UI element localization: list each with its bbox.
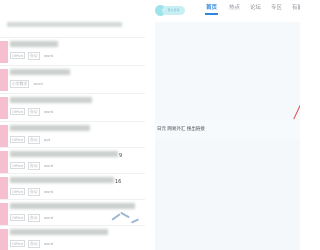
- document-thumbnail[interactable]: [0, 229, 8, 250]
- list-item[interactable]: Office 办公 word: [0, 93, 150, 122]
- document-title-blurred[interactable]: [10, 229, 108, 235]
- bird-wing-icon: [120, 211, 130, 219]
- document-meta: Office 办公 word: [10, 108, 56, 116]
- nav-item-forum[interactable]: 论坛: [250, 3, 261, 11]
- row-divider: [0, 65, 145, 66]
- file-type-label: word: [43, 53, 54, 58]
- document-title-blurred[interactable]: [10, 97, 92, 103]
- file-type-label: word: [33, 81, 43, 86]
- category-badge: 办公: [28, 240, 40, 248]
- page: 育人分享 首页 热点 论坛 专区 有能 Office办公 word: [0, 0, 300, 250]
- file-type-label: word: [43, 109, 54, 114]
- category-badge: 办公: [28, 214, 40, 222]
- active-tab-indicator: [205, 13, 218, 15]
- category-badge: Office: [10, 136, 26, 143]
- document-thumbnail[interactable]: [0, 97, 8, 119]
- list-item[interactable]: Office 办公 word: [0, 37, 150, 66]
- file-type-label: word: [43, 215, 54, 220]
- top-navigation-bar: 育人分享 首页 热点 论坛 专区 有能: [0, 0, 300, 22]
- file-type-label: word: [43, 241, 54, 246]
- document-meta: Office 办公 word: [10, 240, 56, 248]
- list-item[interactable]: Office 办公 ppt: [0, 121, 150, 150]
- document-title-blurred[interactable]: [10, 69, 70, 75]
- title-tail-char: 16: [115, 179, 122, 185]
- category-badge: Office: [10, 52, 26, 59]
- document-meta: 小学数学 word: [10, 80, 46, 88]
- category-badge: 办公: [28, 136, 40, 144]
- sidebar-caption[interactable]: 日元 网易外汇 搜出链接: [157, 126, 205, 132]
- nav-item-more[interactable]: 有能: [292, 3, 300, 11]
- category-badge: Office: [10, 240, 26, 247]
- row-divider: [0, 37, 145, 38]
- row-divider: [0, 173, 145, 174]
- list-item[interactable]: 9 Office 办公 word: [0, 147, 150, 176]
- category-badge: 办公: [28, 188, 40, 196]
- ad-banner-bottom[interactable]: [155, 140, 300, 250]
- category-badge: Office: [10, 188, 26, 195]
- category-badge: 办公: [28, 52, 40, 60]
- file-type-label: word: [43, 163, 54, 168]
- nav-item-zone[interactable]: 专区: [271, 3, 282, 11]
- bird-illustration-icon: [105, 202, 145, 228]
- list-item[interactable]: 16 Office 办公 word: [0, 173, 150, 202]
- bird-wing-icon: [111, 213, 121, 221]
- document-meta: Office 办公 word: [10, 214, 56, 222]
- category-badge: Office: [10, 214, 26, 221]
- document-thumbnail[interactable]: [0, 41, 8, 63]
- category-badge: Office: [10, 108, 26, 115]
- row-divider: [0, 199, 145, 200]
- document-thumbnail[interactable]: [0, 69, 8, 91]
- document-thumbnail[interactable]: [0, 203, 8, 225]
- bird-wing-icon: [130, 218, 140, 224]
- row-divider: [0, 93, 145, 94]
- decorative-line: [293, 102, 300, 120]
- nav-item-hot[interactable]: 热点: [229, 3, 240, 11]
- document-title-blurred[interactable]: [10, 151, 118, 157]
- ad-banner-top[interactable]: [155, 22, 300, 120]
- category-badge: 办公: [28, 162, 40, 170]
- document-thumbnail[interactable]: [0, 151, 8, 173]
- category-badge: Office: [10, 162, 26, 169]
- document-thumbnail[interactable]: [0, 125, 8, 147]
- list-item[interactable]: Office 办公 word: [0, 225, 150, 250]
- site-logo[interactable]: 育人分享: [155, 5, 185, 16]
- right-sidebar: 日元 网易外汇 搜出链接: [155, 22, 300, 250]
- list-header-blurred: [7, 22, 122, 27]
- file-type-label: ppt: [43, 137, 51, 142]
- file-type-label: word: [43, 189, 54, 194]
- category-badge: 办公: [28, 108, 40, 116]
- row-divider: [0, 147, 145, 148]
- document-meta: Office 办公 word: [10, 52, 56, 60]
- document-title-blurred[interactable]: [10, 41, 58, 47]
- list-item[interactable]: 小学数学 word: [0, 65, 150, 94]
- document-thumbnail[interactable]: [0, 177, 8, 199]
- logo-text: 育人分享: [162, 6, 185, 15]
- document-title-blurred[interactable]: [10, 125, 90, 131]
- title-tail-char: 9: [119, 153, 123, 159]
- document-meta: Office 办公 word: [10, 162, 56, 170]
- nav-item-home[interactable]: 首页: [206, 3, 217, 11]
- document-meta: Office 办公 word: [10, 188, 56, 196]
- row-divider: [0, 121, 145, 122]
- category-badge: 小学数学: [10, 80, 30, 88]
- document-meta: Office 办公 ppt: [10, 136, 53, 144]
- document-title-blurred[interactable]: [10, 177, 114, 183]
